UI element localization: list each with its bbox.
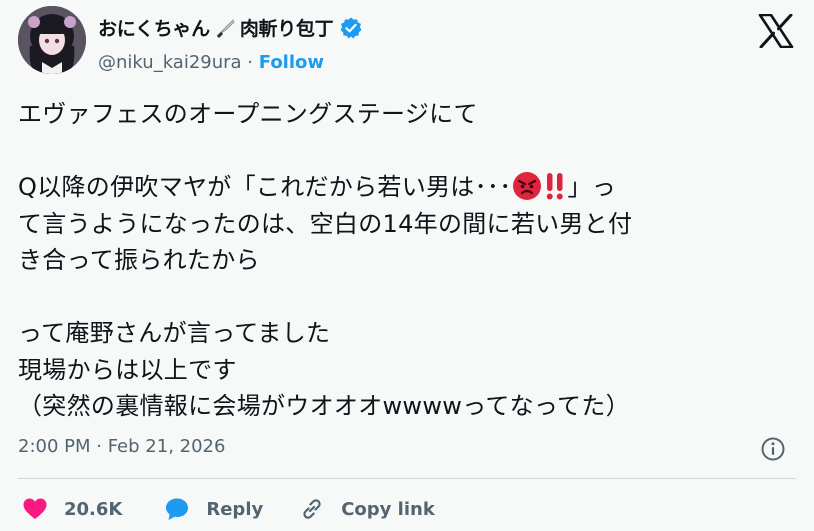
tweet-text: エヴァフェスのオープニングステージにて Q以降の伊吹マヤが「これだから若い男は･…	[18, 96, 798, 425]
copy-link-label: Copy link	[341, 498, 435, 520]
reply-bubble-icon	[166, 498, 189, 520]
tweet-line-3: て言うようになったのは、空白の14年の間に若い男と付	[18, 209, 633, 238]
follow-link[interactable]: Follow	[259, 52, 324, 73]
avatar[interactable]	[18, 6, 86, 74]
display-name-suffix[interactable]: 肉斬り包丁	[240, 14, 334, 41]
info-icon[interactable]	[760, 436, 786, 462]
tweet-header: おにくちゃん 肉斬り包丁 @niku_kai29ura · Follow	[18, 6, 796, 82]
tweet-line-1: エヴァフェスのオープニングステージにて	[18, 100, 478, 128]
tweet-line-4: き合って振られたから	[18, 246, 260, 274]
like-button[interactable]: 20.6K	[22, 496, 122, 522]
display-name-row[interactable]: おにくちゃん 肉斬り包丁	[98, 14, 363, 41]
handle-row: @niku_kai29ura · Follow	[98, 52, 324, 73]
action-bar: 20.6K Reply Copy link	[22, 496, 435, 522]
tweet-line-2b: 」っ	[567, 173, 617, 201]
display-name[interactable]: おにくちゃん	[98, 14, 210, 41]
tweet-line-5: って庵野さんが言ってました	[18, 319, 331, 347]
reply-button[interactable]: Reply	[164, 496, 263, 522]
divider	[18, 478, 796, 479]
verified-badge-icon	[339, 16, 363, 40]
heart-icon	[23, 498, 47, 519]
double-exclamation-emoji	[542, 171, 568, 201]
link-icon	[303, 499, 321, 519]
tweet-line-2a: Q以降の伊吹マヤが「これだから若い男は･･･	[18, 173, 512, 201]
tweet-line-6: 現場からは以上です	[18, 355, 237, 384]
copy-link-button[interactable]: Copy link	[299, 496, 435, 522]
tweet-timestamp[interactable]: 2:00 PM · Feb 21, 2026	[18, 436, 225, 457]
angry-face-emoji	[512, 171, 542, 201]
tweet-line-7: （突然の裏情報に会場がウオオオwwwwってなってた）	[18, 392, 630, 420]
like-count: 20.6K	[64, 498, 123, 520]
x-logo-icon[interactable]	[758, 14, 794, 48]
handle-separator: ·	[241, 52, 259, 73]
knife-icon	[214, 17, 236, 39]
reply-label: Reply	[206, 498, 264, 520]
user-handle[interactable]: @niku_kai29ura	[98, 52, 242, 73]
